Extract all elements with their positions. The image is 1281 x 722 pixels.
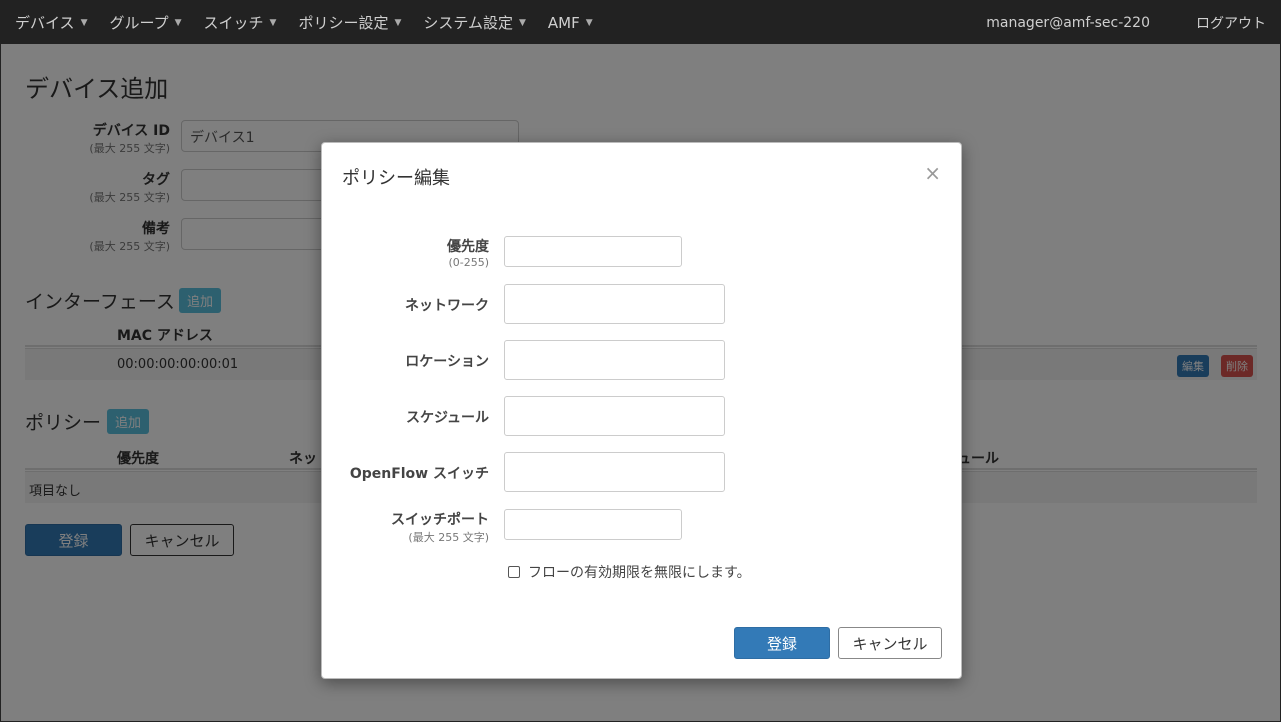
nav-amf-label: AMF xyxy=(547,13,580,32)
nav-policy-settings-label: ポリシー設定 xyxy=(298,14,389,32)
modal-submit-button[interactable]: 登録 xyxy=(734,627,830,659)
field-hint: (最大 255 文字) xyxy=(408,531,489,544)
chevron-down-icon: ▼ xyxy=(269,17,277,28)
chevron-down-icon: ▼ xyxy=(394,17,402,28)
nav-system-settings[interactable]: システム設定 ▼ xyxy=(409,1,525,44)
field-label: スケジュール xyxy=(405,410,489,426)
field-label: ロケーション xyxy=(405,354,489,370)
nav-switches-label: スイッチ xyxy=(203,14,264,32)
logout-link[interactable]: ログアウト xyxy=(1196,13,1266,33)
location-select[interactable] xyxy=(504,340,725,380)
field-label: 優先度 xyxy=(447,239,489,255)
switch-port-input[interactable] xyxy=(504,509,682,540)
priority-input[interactable] xyxy=(504,236,682,267)
checkbox-label: フローの有効期限を無限にします。 xyxy=(528,565,751,581)
chevron-down-icon: ▼ xyxy=(518,17,526,28)
modal-cancel-button[interactable]: キャンセル xyxy=(838,627,942,659)
field-label: OpenFlow スイッチ xyxy=(349,466,489,482)
openflow-switch-select[interactable] xyxy=(504,452,725,492)
infinite-flow-checkbox[interactable] xyxy=(508,566,520,578)
chevron-down-icon: ▼ xyxy=(174,17,182,28)
nav-amf[interactable]: AMF ▼ xyxy=(534,1,593,44)
nav-switches[interactable]: スイッチ ▼ xyxy=(190,1,277,44)
close-icon[interactable]: × xyxy=(924,161,941,185)
infinite-flow-checkbox-row[interactable]: フローの有効期限を無限にします。 xyxy=(508,562,751,582)
nav-system-settings-label: システム設定 xyxy=(423,14,513,32)
chevron-down-icon: ▼ xyxy=(80,17,88,28)
top-navbar: デバイス ▼ グループ ▼ スイッチ ▼ ポリシー設定 ▼ システム設定 ▼ AMF ▼ m… xyxy=(1,1,1280,44)
field-label: ネットワーク xyxy=(405,298,489,314)
nav-groups[interactable]: グループ ▼ xyxy=(95,1,181,44)
network-select[interactable] xyxy=(504,284,725,324)
nav-devices[interactable]: デバイス ▼ xyxy=(1,1,87,44)
nav-policy-settings[interactable]: ポリシー設定 ▼ xyxy=(284,1,401,44)
schedule-select[interactable] xyxy=(504,396,725,436)
nav-devices-label: デバイス xyxy=(15,14,75,32)
chevron-down-icon: ▼ xyxy=(585,17,593,28)
nav-groups-label: グループ xyxy=(109,14,169,32)
nav-user-menu[interactable]: manager@amf-sec-220 xyxy=(986,15,1150,31)
field-hint: (0-255) xyxy=(448,256,489,269)
policy-edit-modal: ポリシー編集 × 優先度 (0-255) ネットワーク ロケーション スケジュー… xyxy=(321,142,962,679)
modal-title: ポリシー編集 xyxy=(342,168,450,189)
field-label: スイッチポート xyxy=(391,512,489,528)
